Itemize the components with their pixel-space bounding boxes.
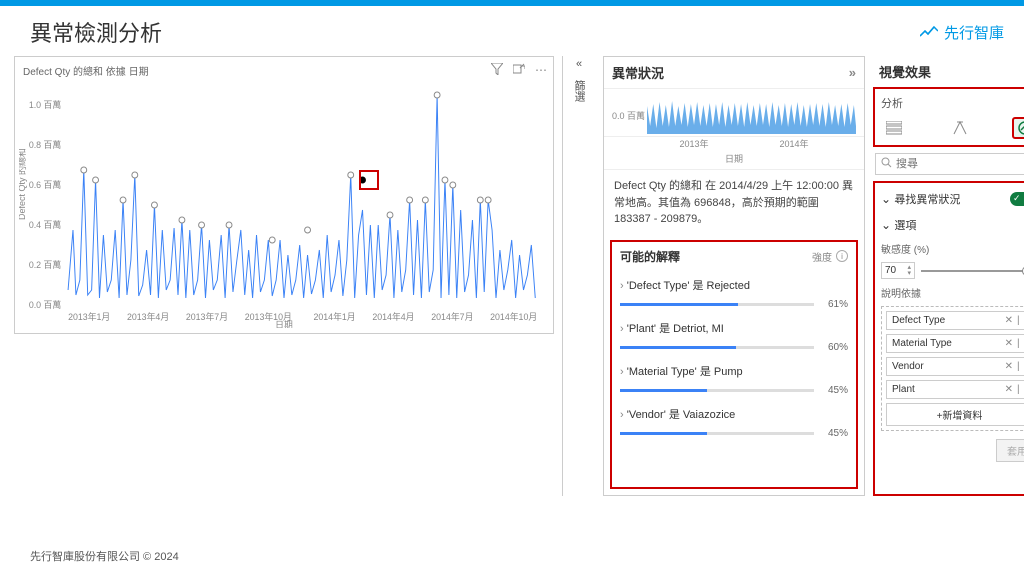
- viz-panel-title: 視覺效果: [879, 62, 931, 81]
- explanation-item[interactable]: 'Material Type' 是 Pump 45%: [620, 357, 848, 400]
- explanation-item[interactable]: 'Vendor' 是 Vaiazozice 45%: [620, 400, 848, 443]
- analytics-tab-icon[interactable]: [1012, 117, 1024, 139]
- anomaly-highlight-box: [359, 170, 379, 190]
- svg-text:日期: 日期: [275, 320, 293, 328]
- filter-icon[interactable]: [491, 63, 503, 78]
- svg-text:2014年1月: 2014年1月: [313, 311, 355, 322]
- explanation-pct: 60%: [820, 342, 848, 353]
- filters-label: 篩選: [571, 76, 587, 102]
- chart-plot-area[interactable]: 0.0 百萬 0.2 百萬 0.4 百萬 0.6 百萬 0.8 百萬 1.0 百…: [19, 80, 549, 328]
- fields-tab-icon[interactable]: [881, 117, 907, 139]
- explanation-item[interactable]: 'Defect Type' 是 Rejected 61%: [620, 271, 848, 314]
- explain-by-label: 說明依據: [881, 285, 1024, 300]
- divider: |: [1017, 315, 1020, 326]
- field-chip[interactable]: Plant✕|›: [886, 380, 1024, 399]
- svg-text:0.6 百萬: 0.6 百萬: [29, 179, 61, 190]
- svg-text:2013年1月: 2013年1月: [68, 311, 110, 322]
- search-box[interactable]: [875, 153, 1024, 175]
- explanation-label[interactable]: 'Plant' 是 Detriot, MI: [620, 320, 848, 336]
- remove-icon[interactable]: ✕: [1005, 338, 1013, 349]
- field-chip[interactable]: Vendor✕|›: [886, 357, 1024, 376]
- svg-text:1.0 百萬: 1.0 百萬: [29, 99, 61, 110]
- search-icon: [881, 157, 892, 171]
- visualizations-panel: 視覺效果 » 分析 ⌄ 尋找異常狀況 ✓ 選項 敏感度 (%) 70: [873, 56, 1024, 496]
- explanation-pct: 45%: [820, 385, 848, 396]
- chevron-left-icon[interactable]: «: [576, 58, 582, 70]
- more-options-icon[interactable]: ⋯: [535, 63, 547, 78]
- mini-overview-chart[interactable]: 0.0 百萬: [604, 89, 864, 137]
- footer-copyright: 先行智庫股份有限公司 © 2024: [30, 548, 179, 564]
- remove-icon[interactable]: ✕: [1005, 315, 1013, 326]
- options-label[interactable]: 選項: [881, 215, 1024, 235]
- sensitivity-slider[interactable]: [921, 270, 1024, 272]
- logo-icon: [920, 25, 938, 39]
- main-layout: Defect Qty 的總和 依據 日期 ⋯ 0.0 百萬 0.2 百萬 0.4…: [0, 56, 1024, 496]
- timeseries-chart-visual[interactable]: Defect Qty 的總和 依據 日期 ⋯ 0.0 百萬 0.2 百萬 0.4…: [14, 56, 554, 334]
- mini-chart-svg: [647, 96, 856, 136]
- find-anomaly-toggle[interactable]: ✓: [1010, 192, 1024, 206]
- find-anomaly-label: 尋找異常狀況: [894, 194, 960, 206]
- explanation-pct: 45%: [820, 428, 848, 439]
- filters-collapse-bar[interactable]: « 篩選: [562, 56, 595, 496]
- divider: |: [1017, 384, 1020, 395]
- stepper-icon[interactable]: ▴▾: [907, 265, 911, 276]
- divider: |: [1017, 338, 1020, 349]
- svg-text:2014年10月: 2014年10月: [490, 311, 537, 322]
- svg-text:0.8 百萬: 0.8 百萬: [29, 139, 61, 150]
- page-header: 異常檢測分析 先行智庫: [0, 6, 1024, 56]
- svg-text:0.2 百萬: 0.2 百萬: [29, 259, 61, 270]
- apply-button[interactable]: 套用: [996, 439, 1024, 462]
- remove-icon[interactable]: ✕: [1005, 361, 1013, 372]
- anomaly-settings-card: ⌄ 尋找異常狀況 ✓ 選項 敏感度 (%) 70 ▴▾ 說明依據 Defect …: [873, 181, 1024, 496]
- svg-text:2014年7月: 2014年7月: [431, 311, 473, 322]
- svg-text:Defect Qty 的總和: Defect Qty 的總和: [19, 148, 27, 220]
- search-input[interactable]: [896, 158, 1024, 170]
- explain-by-field-well[interactable]: Defect Type✕|› Material Type✕|› Vendor✕|…: [881, 306, 1024, 431]
- viz-tab-label: 分析: [879, 93, 1024, 115]
- mini-chart-x-title: 日期: [604, 152, 864, 170]
- mini-chart-y-tick: 0.0 百萬: [612, 109, 645, 122]
- svg-text:0.4 百萬: 0.4 百萬: [29, 219, 61, 230]
- mini-chart-x-tick: 2014年: [779, 137, 808, 150]
- possible-explanations-section: 可能的解釋 強度 i 'Defect Type' 是 Rejected 61% …: [610, 240, 858, 490]
- focus-mode-icon[interactable]: [513, 63, 525, 78]
- mini-chart-x-tick: 2013年: [679, 137, 708, 150]
- explanation-pct: 61%: [820, 299, 848, 310]
- field-chip[interactable]: Material Type✕|›: [886, 334, 1024, 353]
- sensitivity-label: 敏感度 (%): [881, 241, 1024, 256]
- svg-text:2013年7月: 2013年7月: [186, 311, 228, 322]
- svg-text:0.0 百萬: 0.0 百萬: [29, 299, 61, 310]
- format-tab-icon[interactable]: [947, 117, 973, 139]
- chart-toolbar: ⋯: [491, 63, 547, 78]
- chart-svg: 0.0 百萬 0.2 百萬 0.4 百萬 0.6 百萬 0.8 百萬 1.0 百…: [19, 80, 549, 328]
- explanation-label[interactable]: 'Defect Type' 是 Rejected: [620, 277, 848, 293]
- explanation-label[interactable]: 'Material Type' 是 Pump: [620, 363, 848, 379]
- strength-label: 強度: [812, 249, 832, 264]
- explanations-header: 可能的解釋: [620, 248, 680, 265]
- divider: |: [1017, 361, 1020, 372]
- remove-icon[interactable]: ✕: [1005, 384, 1013, 395]
- svg-text:2014年4月: 2014年4月: [372, 311, 414, 322]
- anomaly-panel: 異常狀況 » 0.0 百萬 2013年 2014年 日期 Defect Qty …: [603, 56, 865, 496]
- anomaly-description: Defect Qty 的總和 在 2014/4/29 上午 12:00:00 異…: [604, 170, 864, 236]
- field-chip[interactable]: Defect Type✕|›: [886, 311, 1024, 330]
- explanation-label[interactable]: 'Vendor' 是 Vaiazozice: [620, 406, 848, 422]
- logo-text: 先行智庫: [944, 22, 1004, 43]
- chevron-right-icon[interactable]: »: [849, 65, 856, 80]
- info-icon[interactable]: i: [836, 250, 848, 262]
- anomaly-panel-title: 異常狀況: [612, 63, 664, 82]
- brand-logo[interactable]: 先行智庫: [920, 22, 1004, 43]
- svg-text:2013年4月: 2013年4月: [127, 311, 169, 322]
- add-field-button[interactable]: +新增資料: [886, 403, 1024, 426]
- chart-title: Defect Qty 的總和 依據 日期: [19, 61, 549, 80]
- explanation-item[interactable]: 'Plant' 是 Detriot, MI 60%: [620, 314, 848, 357]
- sensitivity-input[interactable]: 70 ▴▾: [881, 262, 915, 279]
- page-title: 異常檢測分析: [30, 16, 162, 48]
